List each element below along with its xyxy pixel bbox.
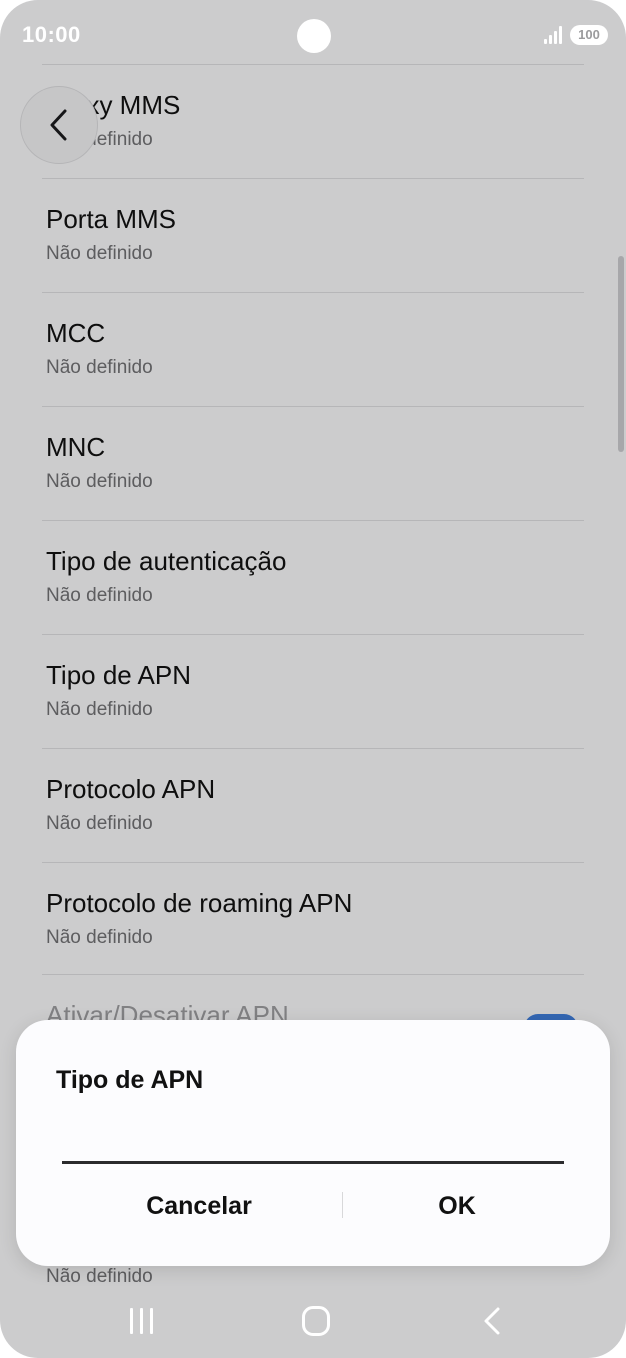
apn-type-dialog: Tipo de APN Cancelar OK	[16, 1020, 610, 1266]
back-icon[interactable]	[478, 1306, 508, 1336]
battery-icon: 100	[570, 25, 608, 45]
apn-type-input[interactable]	[62, 1108, 564, 1164]
dialog-title: Tipo de APN	[56, 1066, 204, 1094]
status-time: 10:00	[22, 22, 81, 47]
recent-apps-icon[interactable]	[128, 1308, 156, 1336]
ok-button[interactable]: OK	[332, 1178, 582, 1234]
home-icon[interactable]	[302, 1306, 330, 1336]
cancel-button[interactable]: Cancelar	[74, 1178, 324, 1234]
signal-icon	[544, 26, 564, 44]
status-bar: 10:00 100	[0, 0, 626, 66]
navigation-bar	[0, 1290, 626, 1358]
phone-screen: Proxy MMS Não definido Porta MMS Não def…	[0, 0, 626, 1358]
camera-cutout	[297, 19, 331, 53]
